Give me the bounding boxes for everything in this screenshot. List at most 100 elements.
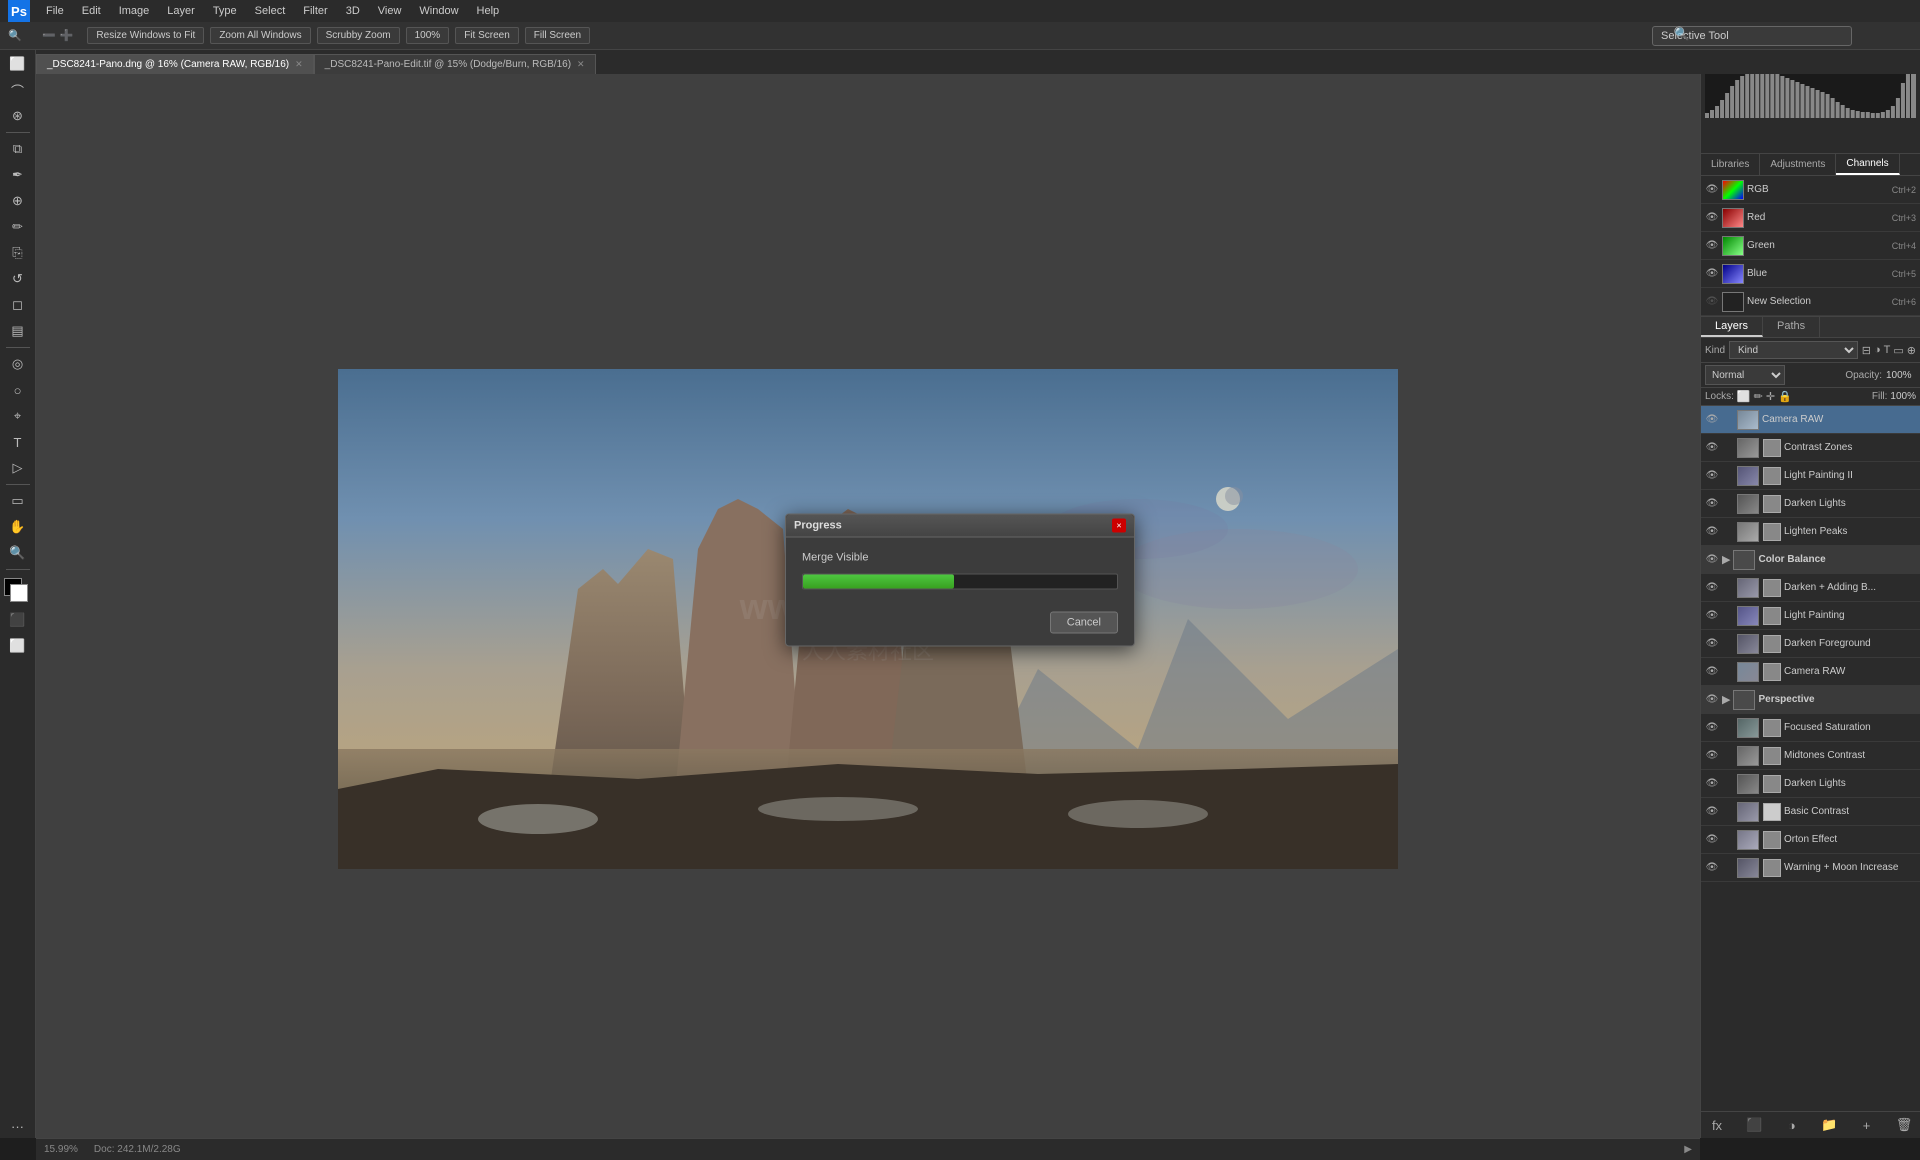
delete-layer-btn[interactable]: 🗑	[1894, 1115, 1914, 1135]
add-mask-btn[interactable]: ⬛	[1744, 1115, 1764, 1135]
filter-adj-icon[interactable]: ◑	[1874, 344, 1881, 357]
paths-tab[interactable]: Paths	[1763, 317, 1820, 337]
layer-item-12[interactable]: 👁 Midtones Contrast	[1701, 742, 1920, 770]
cancel-button[interactable]: Cancel	[1050, 612, 1118, 634]
eye-8[interactable]: 👁	[1705, 637, 1719, 651]
eye-15[interactable]: 👁	[1705, 833, 1719, 847]
healing-tool[interactable]: ⊕	[4, 189, 32, 213]
layer-item-9[interactable]: 👁 Camera RAW	[1701, 658, 1920, 686]
eye-9[interactable]: 👁	[1705, 665, 1719, 679]
layer-item-11[interactable]: 👁 Focused Saturation	[1701, 714, 1920, 742]
blur-tool[interactable]: ◎	[4, 352, 32, 376]
zoom-minus-btn[interactable]: ➖	[42, 29, 56, 42]
menu-view[interactable]: View	[370, 3, 410, 19]
hand-tool[interactable]: ✋	[4, 515, 32, 539]
add-group-btn[interactable]: 📁	[1819, 1115, 1839, 1135]
search-icon[interactable]: 🔍	[1674, 26, 1690, 42]
zoom-tool[interactable]: 🔍	[4, 541, 32, 565]
channel-eye-green[interactable]: 👁	[1705, 239, 1719, 253]
fill-value[interactable]: 100%	[1890, 391, 1916, 402]
layer-item-14[interactable]: 👁 Basic Contrast	[1701, 798, 1920, 826]
menu-edit[interactable]: Edit	[74, 3, 109, 19]
eye-1[interactable]: 👁	[1705, 441, 1719, 455]
zoom-plus-btn[interactable]: ➕	[60, 29, 74, 42]
clone-tool[interactable]: ⎘	[4, 241, 32, 265]
history-brush-tool[interactable]: ↺	[4, 267, 32, 291]
quick-mask-btn[interactable]: ⬛	[4, 608, 32, 632]
layer-item-15[interactable]: 👁 Orton Effect	[1701, 826, 1920, 854]
layer-item-5[interactable]: 👁 ▶ Color Balance	[1701, 546, 1920, 574]
eye-6[interactable]: 👁	[1705, 581, 1719, 595]
layer-item-6[interactable]: 👁 Darken + Adding B...	[1701, 574, 1920, 602]
lock-position-btn[interactable]: ✛	[1766, 390, 1775, 403]
scrubby-zoom-btn[interactable]: Scrubby Zoom	[317, 27, 400, 44]
dialog-close-btn[interactable]: ×	[1112, 519, 1126, 533]
quick-select-tool[interactable]: ⊛	[4, 104, 32, 128]
channel-eye-rgb[interactable]: 👁	[1705, 183, 1719, 197]
doc-tab-1-close[interactable]: ✕	[295, 59, 303, 70]
shape-tool[interactable]: ▭	[4, 489, 32, 513]
fg-bg-colors[interactable]	[4, 578, 32, 606]
menu-image[interactable]: Image	[111, 3, 158, 19]
filter-shape-icon[interactable]: ▭	[1893, 344, 1903, 357]
menu-filter[interactable]: Filter	[295, 3, 335, 19]
crop-tool[interactable]: ⧉	[4, 137, 32, 161]
channel-red[interactable]: 👁 Red Ctrl+3	[1701, 204, 1920, 232]
eye-13[interactable]: 👁	[1705, 777, 1719, 791]
layer-item-4[interactable]: 👁 Lighten Peaks	[1701, 518, 1920, 546]
filter-type-icon[interactable]: T	[1884, 344, 1891, 357]
brush-tool[interactable]: ✏	[4, 215, 32, 239]
opacity-value[interactable]: 100%	[1886, 370, 1916, 381]
zoom-100-btn[interactable]: 100%	[406, 27, 450, 44]
eye-0[interactable]: 👁	[1705, 413, 1719, 427]
filter-smart-icon[interactable]: ⊕	[1907, 344, 1916, 357]
menu-layer[interactable]: Layer	[159, 3, 203, 19]
add-layer-btn[interactable]: +	[1857, 1115, 1877, 1135]
lock-all-btn[interactable]: 🔒	[1778, 390, 1792, 403]
channel-new-selection[interactable]: 👁 New Selection Ctrl+6	[1701, 288, 1920, 316]
eye-4[interactable]: 👁	[1705, 525, 1719, 539]
menu-help[interactable]: Help	[469, 3, 508, 19]
layer-item-7[interactable]: 👁 Light Painting	[1701, 602, 1920, 630]
layer-item-16[interactable]: 👁 Warning + Moon Increase	[1701, 854, 1920, 882]
libraries-tab[interactable]: Libraries	[1701, 154, 1760, 175]
extra-tools-btn[interactable]: ···	[4, 1114, 32, 1138]
filter-kind-select[interactable]: Kind	[1729, 341, 1858, 359]
eye-14[interactable]: 👁	[1705, 805, 1719, 819]
doc-tab-1[interactable]: _DSC8241-Pano.dng @ 16% (Camera RAW, RGB…	[36, 54, 314, 74]
eye-16[interactable]: 👁	[1705, 861, 1719, 875]
resize-windows-btn[interactable]: Resize Windows to Fit	[87, 27, 204, 44]
background-color[interactable]	[10, 584, 28, 602]
menu-select[interactable]: Select	[247, 3, 294, 19]
path-select-tool[interactable]: ▷	[4, 456, 32, 480]
channel-blue[interactable]: 👁 Blue Ctrl+5	[1701, 260, 1920, 288]
eye-12[interactable]: 👁	[1705, 749, 1719, 763]
layers-tab[interactable]: Layers	[1701, 317, 1763, 337]
layer-item-3[interactable]: 👁 Darken Lights	[1701, 490, 1920, 518]
add-fx-btn[interactable]: fx	[1707, 1115, 1727, 1135]
layer-item-8[interactable]: 👁 Darken Foreground	[1701, 630, 1920, 658]
gradient-tool[interactable]: ▤	[4, 319, 32, 343]
eye-10[interactable]: 👁	[1705, 693, 1719, 707]
eye-3[interactable]: 👁	[1705, 497, 1719, 511]
eye-7[interactable]: 👁	[1705, 609, 1719, 623]
lock-image-btn[interactable]: ✏	[1754, 390, 1763, 403]
zoom-all-windows-btn[interactable]: Zoom All Windows	[210, 27, 310, 44]
fit-screen-btn[interactable]: Fit Screen	[455, 27, 519, 44]
lasso-tool[interactable]: ⌒	[4, 78, 32, 102]
channel-eye-ns[interactable]: 👁	[1705, 295, 1719, 309]
eye-5[interactable]: 👁	[1705, 553, 1719, 567]
type-tool[interactable]: T	[4, 430, 32, 454]
menu-3d[interactable]: 3D	[338, 3, 368, 19]
layer-item-10[interactable]: 👁 ▶ Perspective	[1701, 686, 1920, 714]
fill-screen-btn[interactable]: Fill Screen	[525, 27, 590, 44]
menu-file[interactable]: File	[38, 3, 72, 19]
adjustments-tab[interactable]: Adjustments	[1760, 154, 1836, 175]
channel-green[interactable]: 👁 Green Ctrl+4	[1701, 232, 1920, 260]
menu-window[interactable]: Window	[411, 3, 466, 19]
channel-eye-red[interactable]: 👁	[1705, 211, 1719, 225]
dodge-tool[interactable]: ○	[4, 378, 32, 402]
channel-eye-blue[interactable]: 👁	[1705, 267, 1719, 281]
add-adjustment-btn[interactable]: ◑	[1782, 1115, 1802, 1135]
eyedropper-tool[interactable]: ✒	[4, 163, 32, 187]
